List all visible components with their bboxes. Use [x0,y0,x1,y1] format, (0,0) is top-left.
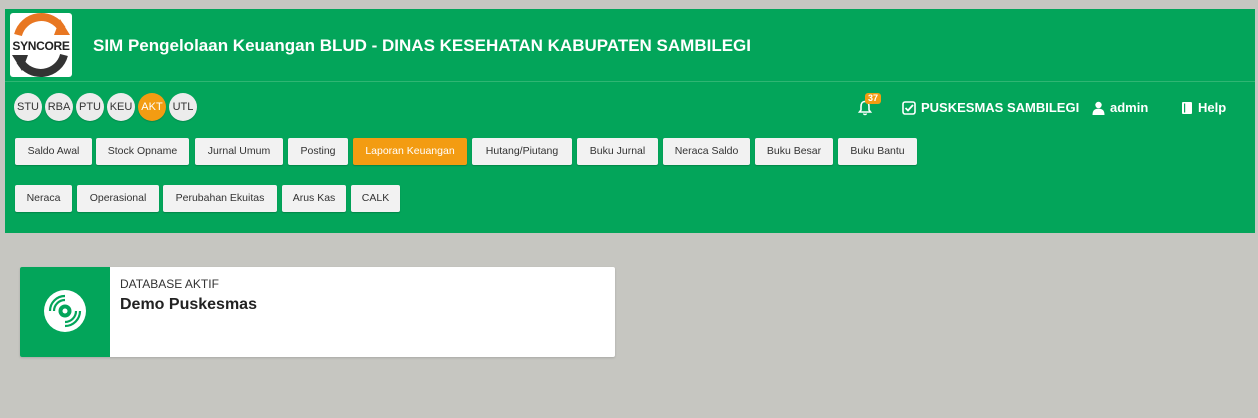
menu-buku-bantu-button[interactable]: Buku Bantu [838,138,917,165]
active-database-card: DATABASE AKTIF Demo Puskesmas [20,267,615,357]
disc-icon [44,290,86,332]
menu-laporan-keuangan-button[interactable]: Laporan Keuangan [353,138,467,165]
menu-buku-besar-button[interactable]: Buku Besar [755,138,833,165]
menu-jurnal-umum-button[interactable]: Jurnal Umum [195,138,283,165]
menu-stock-opname-button[interactable]: Stock Opname [96,138,189,165]
top-right-nav: 37 PUSKESMAS SAMBILEGI admin Help [5,93,1255,119]
menu-perubahan-ekuitas-button[interactable]: Perubahan Ekuitas [163,185,277,212]
active-database-name: Demo Puskesmas [120,296,257,313]
app-title: SIM Pengelolaan Keuangan BLUD - DINAS KE… [93,36,752,55]
app-logo[interactable]: SYNCORE [10,13,72,77]
menu-calk-button[interactable]: CALK [351,185,400,212]
menu-operasional-button[interactable]: Operasional [77,185,159,212]
menu-buku-jurnal-button[interactable]: Buku Jurnal [577,138,658,165]
card-label: DATABASE AKTIF [120,277,219,291]
organization-label: PUSKESMAS SAMBILEGI [921,100,1080,115]
menu-saldo-awal-button[interactable]: Saldo Awal [15,138,92,165]
logo-text: SYNCORE [12,39,70,53]
header-divider [5,81,1255,82]
check-square-icon [902,100,916,115]
app-frame: SYNCORE SIM Pengelolaan Keuangan BLUD - … [5,9,1255,418]
menu-posting-button[interactable]: Posting [288,138,348,165]
user-menu[interactable]: admin [1092,100,1148,115]
menu-arus-kas-button[interactable]: Arus Kas [282,185,346,212]
header: SYNCORE SIM Pengelolaan Keuangan BLUD - … [5,9,1255,233]
username-label: admin [1110,100,1149,115]
user-icon [1092,101,1105,115]
menu-neraca-button[interactable]: Neraca [15,185,72,212]
menu-hutang-piutang-button[interactable]: Hutang/Piutang [472,138,572,165]
help-label: Help [1198,100,1227,115]
help-link[interactable]: Help [1181,100,1226,115]
notification-count-badge: 37 [865,93,882,104]
organization-link[interactable]: PUSKESMAS SAMBILEGI [902,100,1079,115]
menu-neraca-saldo-button[interactable]: Neraca Saldo [663,138,750,165]
card-icon-box [20,267,110,357]
book-icon [1182,101,1192,114]
